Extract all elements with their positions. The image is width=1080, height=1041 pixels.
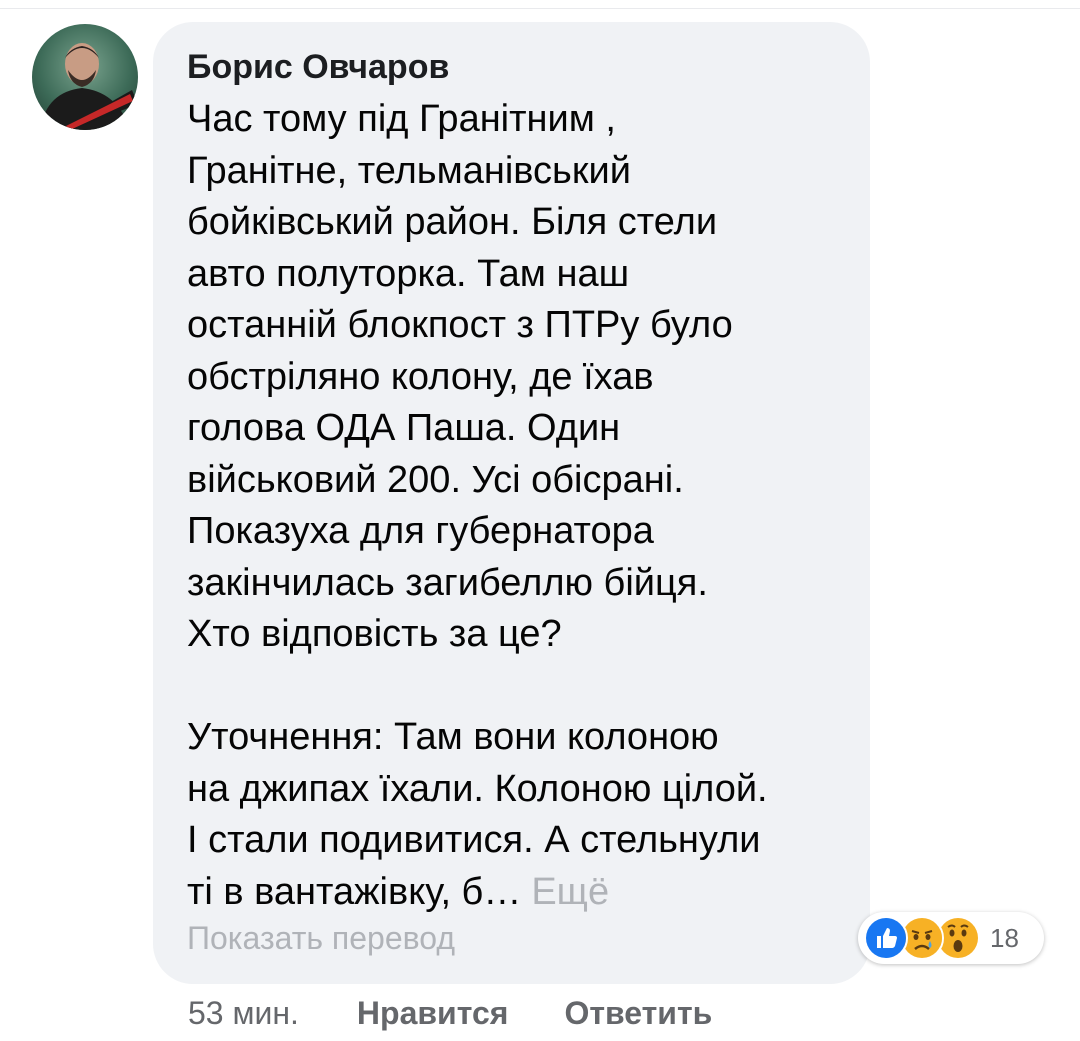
author-avatar[interactable] [32,24,138,130]
like-button[interactable]: Нравится [357,995,509,1032]
show-translation-link[interactable]: Показать перевод [187,918,850,958]
reaction-count: 18 [990,922,1019,953]
comment-body: Час тому під Гранітним , Гранітне, тельм… [187,98,768,913]
reactions-summary[interactable]: 18 [858,912,1044,964]
comment-text: Час тому під Гранітним , Гранітне, тельм… [187,94,850,918]
comment-bubble: Борис Овчаров Час тому під Гранітним , Г… [153,22,870,984]
see-more-link[interactable]: Ещё [531,871,609,913]
reply-button[interactable]: Ответить [564,995,712,1032]
comment-timestamp[interactable]: 53 мин. [188,995,299,1032]
avatar-photo-icon [40,43,138,130]
like-icon [864,916,908,960]
comment-author[interactable]: Борис Овчаров [187,46,850,88]
top-divider [0,8,1080,9]
comment-actions: 53 мин. Нравится Ответить [188,992,768,1034]
